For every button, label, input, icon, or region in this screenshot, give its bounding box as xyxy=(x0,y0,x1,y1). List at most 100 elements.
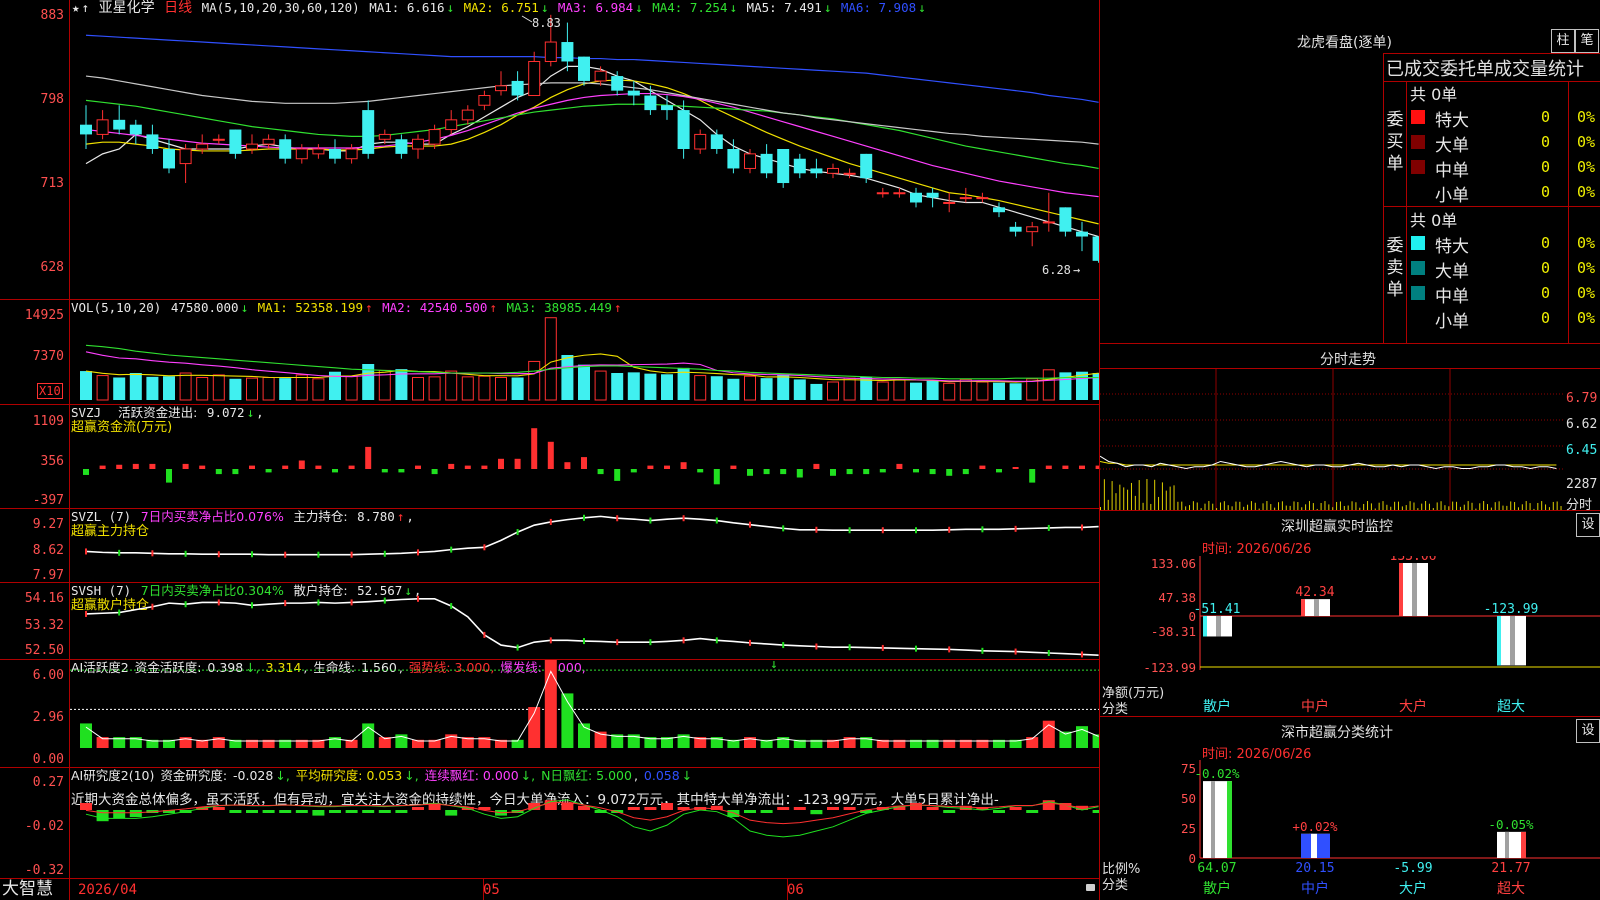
candle[interactable] xyxy=(246,134,258,154)
candle[interactable] xyxy=(528,51,541,97)
candle[interactable] xyxy=(594,66,607,86)
fund-flow-bar xyxy=(265,469,272,473)
candle[interactable] xyxy=(677,100,690,159)
candle[interactable] xyxy=(80,105,92,149)
research-bar xyxy=(661,803,673,810)
candle[interactable] xyxy=(727,139,740,174)
minute-volume-bar xyxy=(1510,501,1512,510)
candle[interactable] xyxy=(777,149,790,188)
candle[interactable] xyxy=(345,144,358,164)
research-bar xyxy=(744,810,756,813)
candle[interactable] xyxy=(329,139,341,164)
minute-title[interactable]: 分时走势 xyxy=(1320,349,1376,369)
candle[interactable] xyxy=(1092,236,1099,263)
candle[interactable] xyxy=(910,187,922,208)
candle[interactable] xyxy=(129,119,142,145)
minute-volume-bar xyxy=(1165,490,1167,510)
minute-volume-bar xyxy=(1312,503,1314,510)
candle[interactable] xyxy=(876,187,889,198)
stats-cat-label: 大户 xyxy=(1399,880,1427,897)
research-bar xyxy=(345,810,358,813)
candle[interactable] xyxy=(279,134,292,164)
candle[interactable] xyxy=(694,129,707,154)
candle[interactable] xyxy=(1076,221,1088,252)
ai-active-tick-0: 6.00 xyxy=(32,668,64,683)
bar-mode-button[interactable]: 柱 xyxy=(1551,29,1575,53)
candle[interactable] xyxy=(661,95,673,120)
candle[interactable] xyxy=(1009,221,1022,237)
candle[interactable] xyxy=(445,110,458,135)
candle[interactable] xyxy=(295,144,308,164)
candle[interactable] xyxy=(163,139,175,174)
candle[interactable] xyxy=(96,110,109,140)
candle[interactable] xyxy=(179,144,192,184)
fund-flow-bar xyxy=(514,458,521,469)
candle[interactable] xyxy=(926,187,939,208)
candle[interactable] xyxy=(312,144,325,159)
candle[interactable] xyxy=(810,158,823,179)
candle[interactable] xyxy=(993,202,1005,218)
candle[interactable] xyxy=(362,100,375,159)
lock-icon[interactable] xyxy=(1086,884,1095,891)
minute-volume-bar xyxy=(1262,503,1264,510)
volume-bar xyxy=(113,377,126,400)
monitor-settings-button[interactable]: 设 xyxy=(1576,513,1600,537)
volume-bar xyxy=(96,375,109,401)
order-count: 0 xyxy=(1540,309,1550,327)
research-bar xyxy=(810,810,823,815)
candle[interactable] xyxy=(578,56,590,86)
svzl-tick-1: 8.62 xyxy=(32,543,64,558)
candle[interactable] xyxy=(212,134,225,145)
fund-flow-bar xyxy=(332,469,338,473)
volume-bar xyxy=(412,377,424,401)
vol-tick-0: 14925 xyxy=(24,308,64,323)
candlestick-chart[interactable]: 8.83 6.28 → xyxy=(70,0,1099,299)
candle[interactable] xyxy=(461,105,474,125)
candle[interactable] xyxy=(710,129,723,154)
stats-tick: 25 xyxy=(1181,821,1196,836)
main-hold-line-tick xyxy=(749,521,751,528)
candle[interactable] xyxy=(1059,207,1072,237)
stats-settings-button[interactable]: 设 xyxy=(1576,719,1600,743)
color-swatch xyxy=(1411,110,1425,124)
fund-flow-bar xyxy=(1062,465,1069,469)
minute-volume-bar xyxy=(1541,501,1543,510)
fund-flow-bar xyxy=(116,464,123,469)
candle[interactable] xyxy=(113,105,126,135)
order-pct: 0% xyxy=(1577,259,1596,277)
minute-volume-bar xyxy=(1243,506,1245,510)
stats-bar-shade xyxy=(1505,831,1509,858)
tick-mode-button[interactable]: 笔 xyxy=(1575,29,1599,53)
minute-volume-bar xyxy=(1192,501,1194,510)
candle[interactable] xyxy=(412,134,424,159)
candle[interactable] xyxy=(561,22,574,72)
candle[interactable] xyxy=(843,168,856,179)
high-price-label: 8.83 xyxy=(532,16,561,30)
minute-volume-bar xyxy=(1130,482,1132,510)
candle[interactable] xyxy=(1042,192,1055,232)
fund-flow-bar xyxy=(431,469,438,475)
candle[interactable] xyxy=(229,129,242,159)
volume-bar xyxy=(959,378,972,401)
main-hold-line-tick xyxy=(350,551,353,558)
candle[interactable] xyxy=(395,134,408,159)
candle[interactable] xyxy=(827,163,839,179)
candle[interactable] xyxy=(1026,221,1039,247)
candle[interactable] xyxy=(793,153,806,179)
candle[interactable] xyxy=(943,192,956,213)
minute-chart[interactable] xyxy=(1100,369,1565,510)
stats-cat-label: 中户 xyxy=(1301,880,1329,897)
candle[interactable] xyxy=(146,124,159,154)
candle[interactable] xyxy=(478,90,491,111)
candle[interactable] xyxy=(860,153,873,184)
candle[interactable] xyxy=(976,192,989,203)
brand-logo[interactable]: 大智慧 xyxy=(2,879,53,900)
order-type-label: 特大 xyxy=(1435,237,1469,257)
candle[interactable] xyxy=(627,80,640,106)
minute-volume-bar xyxy=(1154,479,1156,510)
minute-volume-bar xyxy=(1305,504,1307,510)
minute-volume-bar xyxy=(1100,507,1101,510)
minute-volume-bar xyxy=(1452,501,1454,510)
candle[interactable] xyxy=(495,71,507,96)
candle[interactable] xyxy=(760,144,773,179)
